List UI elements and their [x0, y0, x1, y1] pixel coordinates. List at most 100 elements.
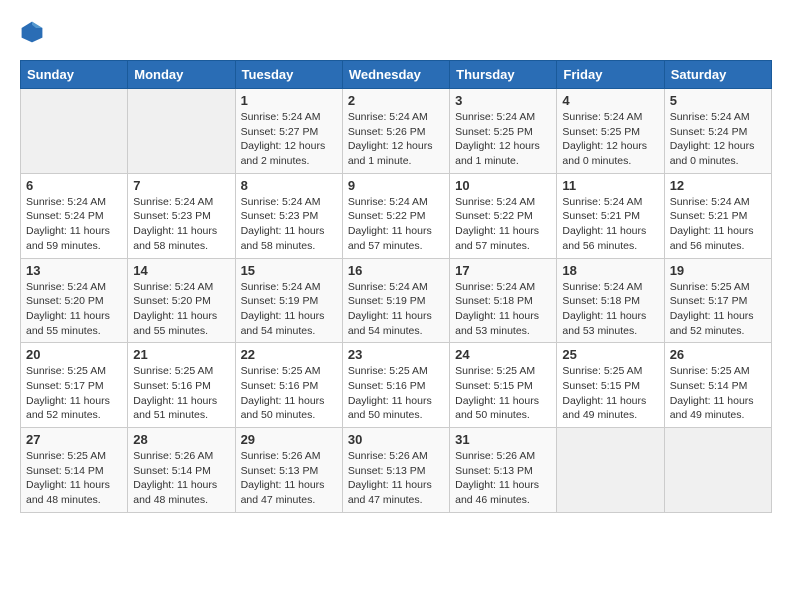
day-info: Sunrise: 5:24 AM Sunset: 5:22 PM Dayligh… — [348, 195, 444, 254]
calendar-week-row: 1 Sunrise: 5:24 AM Sunset: 5:27 PM Daylig… — [21, 89, 772, 174]
day-info: Sunrise: 5:24 AM Sunset: 5:21 PM Dayligh… — [562, 195, 658, 254]
calendar-day-cell: 27 Sunrise: 5:25 AM Sunset: 5:14 PM Dayli… — [21, 428, 128, 513]
calendar-day-cell — [557, 428, 664, 513]
day-number: 27 — [26, 432, 122, 447]
calendar-day-cell: 1 Sunrise: 5:24 AM Sunset: 5:27 PM Daylig… — [235, 89, 342, 174]
calendar-day-cell: 12 Sunrise: 5:24 AM Sunset: 5:21 PM Dayli… — [664, 173, 771, 258]
day-number: 18 — [562, 263, 658, 278]
day-info: Sunrise: 5:24 AM Sunset: 5:23 PM Dayligh… — [133, 195, 229, 254]
calendar-day-cell — [128, 89, 235, 174]
calendar-day-cell: 31 Sunrise: 5:26 AM Sunset: 5:13 PM Dayli… — [450, 428, 557, 513]
day-number: 23 — [348, 347, 444, 362]
day-number: 5 — [670, 93, 766, 108]
day-number: 17 — [455, 263, 551, 278]
day-number: 29 — [241, 432, 337, 447]
day-info: Sunrise: 5:26 AM Sunset: 5:13 PM Dayligh… — [241, 449, 337, 508]
calendar-table: SundayMondayTuesdayWednesdayThursdayFrid… — [20, 60, 772, 513]
day-number: 20 — [26, 347, 122, 362]
day-number: 19 — [670, 263, 766, 278]
day-info: Sunrise: 5:25 AM Sunset: 5:14 PM Dayligh… — [26, 449, 122, 508]
calendar-header-row: SundayMondayTuesdayWednesdayThursdayFrid… — [21, 61, 772, 89]
day-of-week-header: Monday — [128, 61, 235, 89]
day-of-week-header: Friday — [557, 61, 664, 89]
day-info: Sunrise: 5:26 AM Sunset: 5:13 PM Dayligh… — [455, 449, 551, 508]
day-number: 21 — [133, 347, 229, 362]
day-info: Sunrise: 5:24 AM Sunset: 5:22 PM Dayligh… — [455, 195, 551, 254]
day-info: Sunrise: 5:24 AM Sunset: 5:19 PM Dayligh… — [348, 280, 444, 339]
calendar-day-cell: 24 Sunrise: 5:25 AM Sunset: 5:15 PM Dayli… — [450, 343, 557, 428]
day-number: 8 — [241, 178, 337, 193]
day-of-week-header: Tuesday — [235, 61, 342, 89]
calendar-day-cell — [664, 428, 771, 513]
calendar-day-cell: 26 Sunrise: 5:25 AM Sunset: 5:14 PM Dayli… — [664, 343, 771, 428]
day-number: 25 — [562, 347, 658, 362]
day-info: Sunrise: 5:25 AM Sunset: 5:17 PM Dayligh… — [670, 280, 766, 339]
day-info: Sunrise: 5:24 AM Sunset: 5:20 PM Dayligh… — [26, 280, 122, 339]
calendar-week-row: 27 Sunrise: 5:25 AM Sunset: 5:14 PM Dayli… — [21, 428, 772, 513]
day-number: 26 — [670, 347, 766, 362]
calendar-day-cell: 16Sunrise: 5:24 AM Sunset: 5:19 PM Dayli… — [342, 258, 449, 343]
calendar-day-cell: 17 Sunrise: 5:24 AM Sunset: 5:18 PM Dayli… — [450, 258, 557, 343]
day-info: Sunrise: 5:24 AM Sunset: 5:20 PM Dayligh… — [133, 280, 229, 339]
calendar-day-cell: 6 Sunrise: 5:24 AM Sunset: 5:24 PM Daylig… — [21, 173, 128, 258]
day-info: Sunrise: 5:24 AM Sunset: 5:18 PM Dayligh… — [455, 280, 551, 339]
calendar-day-cell: 29 Sunrise: 5:26 AM Sunset: 5:13 PM Dayli… — [235, 428, 342, 513]
calendar-day-cell: 25Sunrise: 5:25 AM Sunset: 5:15 PM Dayli… — [557, 343, 664, 428]
day-info: Sunrise: 5:24 AM Sunset: 5:21 PM Dayligh… — [670, 195, 766, 254]
day-number: 15 — [241, 263, 337, 278]
day-info: Sunrise: 5:25 AM Sunset: 5:17 PM Dayligh… — [26, 364, 122, 423]
day-info: Sunrise: 5:26 AM Sunset: 5:14 PM Dayligh… — [133, 449, 229, 508]
day-info: Sunrise: 5:24 AM Sunset: 5:24 PM Dayligh… — [26, 195, 122, 254]
calendar-day-cell: 3 Sunrise: 5:24 AM Sunset: 5:25 PM Daylig… — [450, 89, 557, 174]
calendar-day-cell: 13 Sunrise: 5:24 AM Sunset: 5:20 PM Dayli… — [21, 258, 128, 343]
day-number: 11 — [562, 178, 658, 193]
day-info: Sunrise: 5:24 AM Sunset: 5:19 PM Dayligh… — [241, 280, 337, 339]
day-number: 13 — [26, 263, 122, 278]
calendar-day-cell: 22 Sunrise: 5:25 AM Sunset: 5:16 PM Dayli… — [235, 343, 342, 428]
calendar-day-cell: 5 Sunrise: 5:24 AM Sunset: 5:24 PM Daylig… — [664, 89, 771, 174]
day-number: 30 — [348, 432, 444, 447]
day-info: Sunrise: 5:25 AM Sunset: 5:14 PM Dayligh… — [670, 364, 766, 423]
calendar-day-cell: 7Sunrise: 5:24 AM Sunset: 5:23 PM Daylig… — [128, 173, 235, 258]
day-number: 6 — [26, 178, 122, 193]
calendar-day-cell: 20 Sunrise: 5:25 AM Sunset: 5:17 PM Dayli… — [21, 343, 128, 428]
day-info: Sunrise: 5:24 AM Sunset: 5:25 PM Dayligh… — [455, 110, 551, 169]
day-number: 14 — [133, 263, 229, 278]
calendar-day-cell — [21, 89, 128, 174]
day-of-week-header: Thursday — [450, 61, 557, 89]
day-number: 1 — [241, 93, 337, 108]
day-number: 3 — [455, 93, 551, 108]
logo — [20, 20, 48, 44]
day-number: 10 — [455, 178, 551, 193]
calendar-day-cell: 14 Sunrise: 5:24 AM Sunset: 5:20 PM Dayli… — [128, 258, 235, 343]
calendar-day-cell: 2Sunrise: 5:24 AM Sunset: 5:26 PM Daylig… — [342, 89, 449, 174]
calendar-day-cell: 4 Sunrise: 5:24 AM Sunset: 5:25 PM Daylig… — [557, 89, 664, 174]
day-info: Sunrise: 5:25 AM Sunset: 5:15 PM Dayligh… — [455, 364, 551, 423]
day-number: 4 — [562, 93, 658, 108]
day-number: 24 — [455, 347, 551, 362]
day-of-week-header: Sunday — [21, 61, 128, 89]
day-info: Sunrise: 5:24 AM Sunset: 5:25 PM Dayligh… — [562, 110, 658, 169]
day-info: Sunrise: 5:25 AM Sunset: 5:16 PM Dayligh… — [241, 364, 337, 423]
page-header — [20, 20, 772, 44]
day-info: Sunrise: 5:24 AM Sunset: 5:27 PM Dayligh… — [241, 110, 337, 169]
day-of-week-header: Saturday — [664, 61, 771, 89]
day-number: 22 — [241, 347, 337, 362]
day-number: 9 — [348, 178, 444, 193]
day-number: 2 — [348, 93, 444, 108]
calendar-week-row: 13 Sunrise: 5:24 AM Sunset: 5:20 PM Dayli… — [21, 258, 772, 343]
day-info: Sunrise: 5:25 AM Sunset: 5:16 PM Dayligh… — [133, 364, 229, 423]
calendar-day-cell: 9 Sunrise: 5:24 AM Sunset: 5:22 PM Daylig… — [342, 173, 449, 258]
calendar-week-row: 20 Sunrise: 5:25 AM Sunset: 5:17 PM Dayli… — [21, 343, 772, 428]
day-number: 12 — [670, 178, 766, 193]
calendar-day-cell: 15 Sunrise: 5:24 AM Sunset: 5:19 PM Dayli… — [235, 258, 342, 343]
day-info: Sunrise: 5:26 AM Sunset: 5:13 PM Dayligh… — [348, 449, 444, 508]
logo-icon — [20, 20, 44, 44]
calendar-day-cell: 8 Sunrise: 5:24 AM Sunset: 5:23 PM Daylig… — [235, 173, 342, 258]
day-info: Sunrise: 5:24 AM Sunset: 5:24 PM Dayligh… — [670, 110, 766, 169]
calendar-day-cell: 18 Sunrise: 5:24 AM Sunset: 5:18 PM Dayli… — [557, 258, 664, 343]
calendar-day-cell: 30 Sunrise: 5:26 AM Sunset: 5:13 PM Dayli… — [342, 428, 449, 513]
day-number: 31 — [455, 432, 551, 447]
day-info: Sunrise: 5:24 AM Sunset: 5:23 PM Dayligh… — [241, 195, 337, 254]
day-info: Sunrise: 5:24 AM Sunset: 5:18 PM Dayligh… — [562, 280, 658, 339]
